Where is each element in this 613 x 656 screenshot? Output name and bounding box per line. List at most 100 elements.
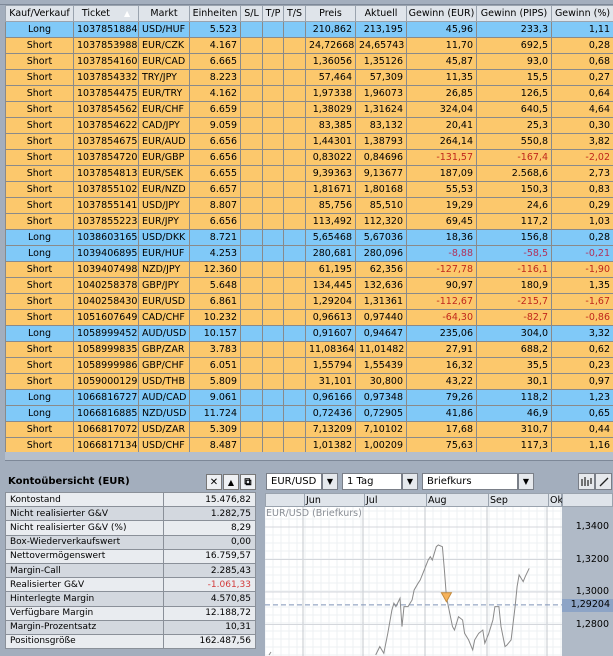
cell-take-profit [262,85,284,102]
cell-take-profit [262,277,284,294]
cell-stop-loss [240,69,263,86]
cell-profit-pips: 117,2 [476,213,552,230]
column-header[interactable]: S/L [240,5,263,22]
cell-profit-pct: 0,64 [551,85,613,102]
column-header[interactable]: Preis [305,5,356,22]
chevron-down-icon[interactable]: ▼ [322,473,338,490]
cell-stop-loss [240,37,263,54]
cell-profit-pips: 35,5 [476,357,552,374]
cell-units: 4.167 [189,37,241,54]
chevron-down-icon[interactable]: ▼ [402,473,418,490]
position-row[interactable]: Short 1037854160 EUR/CAD 6.665 1,36056 1,3512… [5,53,613,70]
position-row[interactable]: Short 1037854332 TRY/JPY 8.223 57,464 57,309 1… [5,69,613,86]
collapse-icon[interactable]: ▲ [223,474,239,490]
cell-trailing-stop [283,261,306,278]
position-row[interactable]: Short 1037854720 EUR/GBP 6.656 0,83022 0,8469… [5,149,613,166]
account-row: Nettovermögenswert 16.759,57 [5,548,256,564]
cell-profit-pct: 1,23 [551,389,613,406]
column-header[interactable]: T/S [283,5,306,22]
cell-side: Short [5,181,74,198]
cell-ticket: 1066816727 [73,389,139,406]
cell-profit-eur: 11,70 [406,37,477,54]
chevron-down-icon[interactable]: ▼ [518,473,534,490]
position-row[interactable]: Short 1037854813 EUR/SEK 6.655 9,39363 9,1367… [5,165,613,182]
cell-market: GBP/JPY [138,277,190,294]
position-row[interactable]: Short 1040258378 GBP/JPY 5.648 134,445 132,63… [5,277,613,294]
cell-units: 9.059 [189,117,241,134]
position-row[interactable]: Short 1039407498 NZD/JPY 12.360 61,195 62,356… [5,261,613,278]
price-chart[interactable]: EUR/USD (Briefkurs) [265,507,562,656]
position-row[interactable]: Long 1037851884 USD/HUF 5.523 210,862 213,195… [5,21,613,38]
cell-trailing-stop [283,149,306,166]
price-type-select[interactable]: Briefkurs [422,473,518,490]
position-row[interactable]: Long 1058999452 AUD/USD 10.157 0,91607 0,9464… [5,325,613,342]
position-row[interactable]: Short 1037855102 EUR/NZD 6.657 1,81671 1,8016… [5,181,613,198]
cell-trailing-stop [283,245,306,262]
cell-units: 6.656 [189,149,241,166]
position-row[interactable]: Short 1037854622 CAD/JPY 9.059 83,385 83,132 2… [5,117,613,134]
cell-current: 1,31624 [355,101,407,118]
column-header[interactable]: Einheiten [189,5,241,22]
cell-take-profit [262,405,284,422]
position-row[interactable]: Long 1038603165 USD/DKK 8.721 5,65468 5,67036… [5,229,613,246]
cell-stop-loss [240,341,263,358]
position-row[interactable]: Short 1037854562 EUR/CHF 6.659 1,38029 1,3162… [5,101,613,118]
cell-take-profit [262,325,284,342]
cell-current: 0,94647 [355,325,407,342]
detach-window-icon[interactable]: ⧉ [240,474,256,490]
cell-price: 5,65468 [305,229,356,246]
column-header[interactable]: Markt [138,5,190,22]
draw-line-icon[interactable] [595,473,612,490]
position-row[interactable]: Long 1066816885 NZD/USD 11.724 0,72436 0,7290… [5,405,613,422]
position-row[interactable]: Short 1059000129 USD/THB 5.809 31,101 30,800 4… [5,373,613,390]
cell-profit-eur: 20,41 [406,117,477,134]
cell-ticket: 1059000129 [73,373,139,390]
cell-side: Short [5,37,74,54]
cell-profit-eur: 41,86 [406,405,477,422]
price-tick: 1,3200 [575,553,609,565]
column-header[interactable]: Gewinn (%) [551,5,613,22]
cell-profit-eur: -64,30 [406,309,477,326]
cell-market: EUR/JPY [138,213,190,230]
position-row[interactable]: Short 1058999986 GBP/CHF 6.051 1,55794 1,5543… [5,357,613,374]
cell-take-profit [262,69,284,86]
column-header[interactable]: Aktuell [355,5,407,22]
interval-select[interactable]: 1 Tag [342,473,402,490]
candlestick-icon[interactable] [578,473,595,490]
cell-take-profit [262,21,284,38]
price-axis[interactable]: 1,3400 1,3200 1,3000 1,2800 1,29204 [562,493,613,656]
position-row[interactable]: Short 1066817072 USD/ZAR 5.309 7,13209 7,1010… [5,421,613,438]
column-header[interactable]: Kauf/Verkauf [5,5,74,22]
position-row[interactable]: Short 1037854675 EUR/AUD 6.656 1,44301 1,3879… [5,133,613,150]
cell-profit-pct: 1,35 [551,277,613,294]
instrument-select[interactable]: EUR/USD [266,473,322,490]
position-row[interactable]: Short 1040258430 EUR/USD 6.861 1,29204 1,3136… [5,293,613,310]
table-footer [5,452,613,461]
cell-profit-pct: 1,03 [551,213,613,230]
position-row[interactable]: Short 1051607649 CAD/CHF 10.232 0,96613 0,974… [5,309,613,326]
cell-profit-pips: 2.568,6 [476,165,552,182]
position-row[interactable]: Short 1058999835 GBP/ZAR 3.783 11,08364 11,01… [5,341,613,358]
column-header[interactable]: Gewinn (EUR) [406,5,477,22]
position-row[interactable]: Short 1037855141 USD/JPY 8.807 85,756 85,510 1… [5,197,613,214]
column-header[interactable]: Ticket ▲ [73,5,139,22]
cell-profit-eur: 264,14 [406,133,477,150]
position-row[interactable]: Short 1037855223 EUR/JPY 6.656 113,492 112,32… [5,213,613,230]
column-header[interactable]: Gewinn (PIPS) [476,5,552,22]
position-row[interactable]: Short 1037854475 EUR/TRY 4.162 1,97338 1,9607… [5,85,613,102]
cell-ticket: 1066816885 [73,405,139,422]
cell-profit-eur: 18,36 [406,229,477,246]
account-row: Box-Wiederverkaufswert 0,00 [5,534,256,550]
cell-side: Short [5,309,74,326]
position-row[interactable]: Short 1037853988 EUR/CZK 4.167 24,72668 24,65… [5,37,613,54]
cell-market: EUR/GBP [138,149,190,166]
cell-units: 9.061 [189,389,241,406]
account-label: Kontostand [5,491,164,508]
cell-side: Long [5,389,74,406]
cell-market: TRY/JPY [138,69,190,86]
column-header[interactable]: T/P [262,5,284,22]
cell-profit-pips: 180,9 [476,277,552,294]
position-row[interactable]: Long 1066816727 AUD/CAD 9.061 0,96166 0,97348… [5,389,613,406]
position-row[interactable]: Long 1039406895 EUR/HUF 4.253 280,681 280,096… [5,245,613,262]
close-icon[interactable]: ✕ [206,474,222,490]
